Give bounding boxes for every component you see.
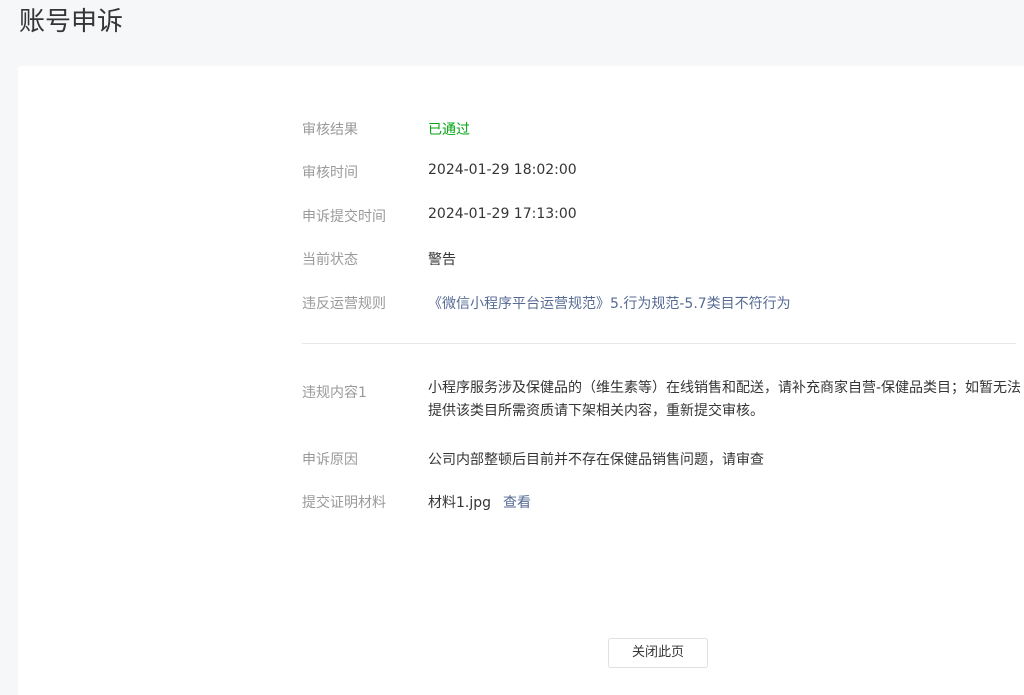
appeal-detail-card: 审核结果 已通过 审核时间 2024-01-29 18:02:00 申诉提交时间…: [18, 66, 1024, 695]
review-time-label: 审核时间: [302, 165, 358, 181]
evidence-value: 材料1.jpg 查看: [428, 492, 531, 512]
appeal-reason-label: 申诉原因: [302, 452, 358, 468]
section-divider: [302, 343, 1016, 344]
evidence-file-name: 材料1.jpg: [428, 495, 492, 511]
review-result-label: 审核结果: [302, 122, 358, 138]
current-status-value: 警告: [428, 252, 456, 268]
submit-time-label: 申诉提交时间: [302, 209, 386, 225]
violation-content-label: 违规内容1: [302, 385, 367, 401]
violation-content-value: 小程序服务涉及保健品的（维生素等）在线销售和配送，请补充商家自营-保健品类目；如…: [428, 380, 1022, 419]
current-status-label: 当前状态: [302, 252, 358, 268]
evidence-label: 提交证明材料: [302, 495, 386, 511]
review-time-value: 2024-01-29 18:02:00: [428, 162, 577, 178]
violated-rule-label: 违反运营规则: [302, 296, 386, 312]
page-title: 账号申诉: [19, 7, 124, 37]
submit-time-value: 2024-01-29 17:13:00: [428, 206, 577, 222]
close-page-button[interactable]: 关闭此页: [608, 638, 708, 668]
review-result-value: 已通过: [428, 122, 470, 138]
view-evidence-link[interactable]: 查看: [503, 495, 531, 511]
violated-rule-link[interactable]: 《微信小程序平台运营规范》5.行为规范-5.7类目不符行为: [428, 293, 791, 313]
appeal-reason-value: 公司内部整顿后目前并不存在保健品销售问题，请审查: [428, 452, 764, 468]
